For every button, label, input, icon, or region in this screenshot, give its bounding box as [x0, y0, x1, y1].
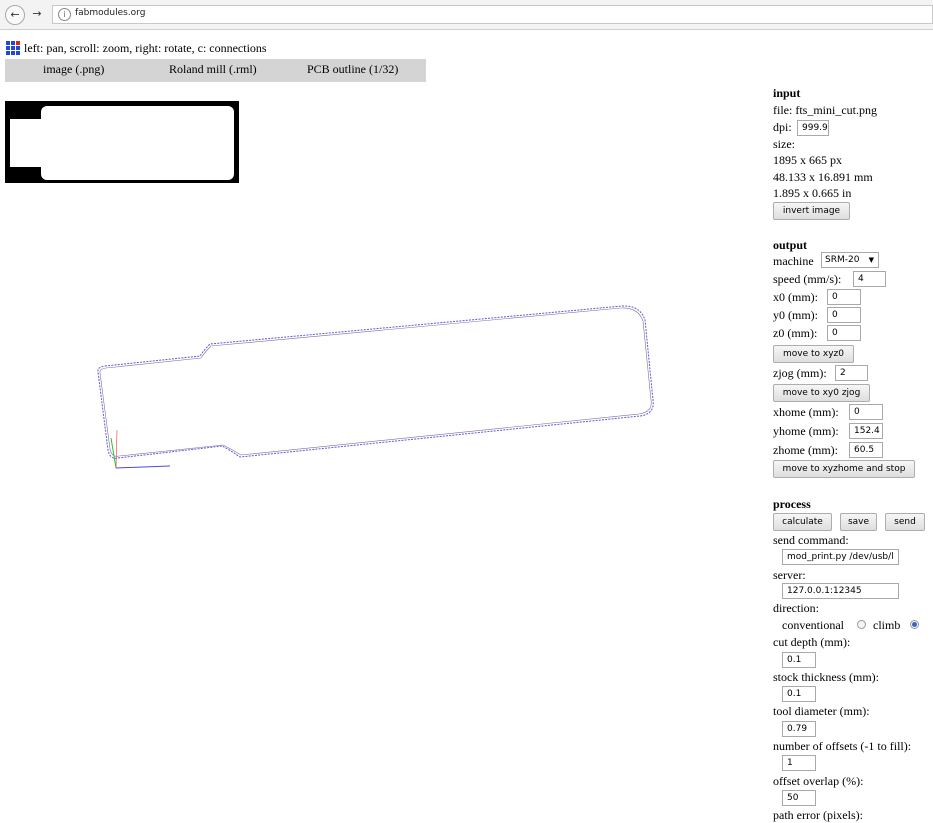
direction-climb-label: climb	[873, 618, 901, 632]
dpi-input[interactable]: 999.9	[797, 120, 829, 136]
output-heading: output	[773, 238, 808, 252]
machine-value: SRM-20	[825, 255, 860, 265]
size-in: 1.895 x 0.665 in	[773, 186, 852, 200]
module-bar: image (.png) Roland mill (.rml) PCB outl…	[5, 59, 426, 82]
zjog-label: zjog (mm):	[773, 366, 827, 380]
move-to-xyz0-button[interactable]: move to xyz0	[773, 345, 854, 363]
zjog-input[interactable]: 2	[835, 365, 868, 381]
fabmodules-grid-logo-icon[interactable]	[6, 41, 20, 55]
calculate-button[interactable]: calculate	[773, 513, 832, 531]
toolpath-view[interactable]	[0, 300, 670, 480]
overlap-input[interactable]: 50	[782, 790, 816, 806]
yhome-label: yhome (mm):	[773, 424, 839, 438]
controls-hint: left: pan, scroll: zoom, right: rotate, …	[24, 41, 267, 55]
back-button[interactable]: ←	[5, 5, 25, 25]
machine-select[interactable]: SRM-20 ▼	[821, 252, 879, 268]
y0-input[interactable]: 0	[827, 307, 861, 323]
x0-label: x0 (mm):	[773, 290, 818, 304]
move-to-xy0-zjog-button[interactable]: move to xy0 zjog	[773, 384, 870, 402]
xhome-input[interactable]: 0	[849, 404, 883, 420]
send-command-label: send command:	[773, 533, 849, 547]
cut-depth-input[interactable]: 0.1	[782, 652, 816, 668]
module-pcb-outline[interactable]: PCB outline (1/32)	[307, 62, 398, 77]
overlap-label: offset overlap (%):	[773, 774, 864, 788]
z0-input[interactable]: 0	[827, 325, 861, 341]
stock-thickness-label: stock thickness (mm):	[773, 670, 879, 684]
size-px: 1895 x 665 px	[773, 153, 842, 167]
zhome-label: zhome (mm):	[773, 443, 838, 457]
file-name: file: fts_mini_cut.png	[773, 103, 877, 117]
xhome-label: xhome (mm):	[773, 405, 839, 419]
back-arrow-icon: ←	[10, 8, 20, 21]
toolpath-inner-outline	[99, 307, 652, 457]
speed-label: speed (mm/s):	[773, 272, 842, 286]
direction-conventional-radio[interactable]	[857, 620, 866, 629]
url-text[interactable]: fabmodules.org	[75, 8, 145, 18]
z-axis-line	[115, 429, 118, 469]
input-heading: input	[773, 86, 801, 100]
offsets-input[interactable]: 1	[782, 755, 816, 771]
save-button[interactable]: save	[840, 513, 877, 531]
stock-thickness-input[interactable]: 0.1	[782, 686, 816, 702]
send-button[interactable]: send	[885, 513, 925, 531]
browser-toolbar: ← → i fabmodules.org	[0, 0, 933, 30]
server-input[interactable]: 127.0.0.1:12345	[782, 583, 899, 599]
y0-label: y0 (mm):	[773, 308, 818, 322]
invert-image-button[interactable]: invert image	[773, 202, 850, 220]
module-image-png[interactable]: image (.png)	[43, 62, 104, 77]
tool-diameter-input[interactable]: 0.79	[782, 721, 816, 737]
size-label: size:	[773, 137, 795, 151]
process-heading: process	[773, 497, 811, 511]
tool-diameter-label: tool diameter (mm):	[773, 704, 870, 718]
z0-label: z0 (mm):	[773, 326, 818, 340]
offsets-label: number of offsets (-1 to fill):	[773, 739, 912, 753]
machine-label: machine	[773, 254, 814, 268]
direction-climb-radio[interactable]	[910, 620, 919, 629]
yhome-input[interactable]: 152.4	[849, 423, 883, 439]
move-to-xyzhome-button[interactable]: move to xyzhome and stop	[773, 460, 915, 478]
speed-input[interactable]: 4	[853, 271, 886, 287]
forward-arrow-icon: →	[32, 7, 42, 20]
chevron-down-icon: ▼	[868, 256, 874, 264]
info-icon[interactable]: i	[58, 8, 71, 21]
zhome-input[interactable]: 60.5	[849, 442, 883, 458]
x-axis-line	[115, 465, 171, 469]
module-roland-mill[interactable]: Roland mill (.rml)	[169, 62, 257, 77]
direction-conventional-label: conventional	[782, 618, 844, 632]
send-command-input[interactable]: mod_print.py /dev/usb/l	[782, 549, 899, 565]
size-mm: 48.133 x 16.891 mm	[773, 170, 873, 184]
server-label: server:	[773, 568, 806, 582]
cut-depth-label: cut depth (mm):	[773, 635, 851, 649]
x0-input[interactable]: 0	[827, 289, 861, 305]
address-bar[interactable]: i fabmodules.org	[52, 5, 933, 24]
toolpath-outline	[97, 305, 654, 459]
input-image-preview	[5, 101, 239, 183]
path-error-label: path error (pixels):	[773, 808, 863, 822]
dpi-label: dpi:	[773, 120, 792, 134]
forward-button[interactable]: →	[27, 5, 47, 25]
direction-label: direction:	[773, 601, 819, 615]
